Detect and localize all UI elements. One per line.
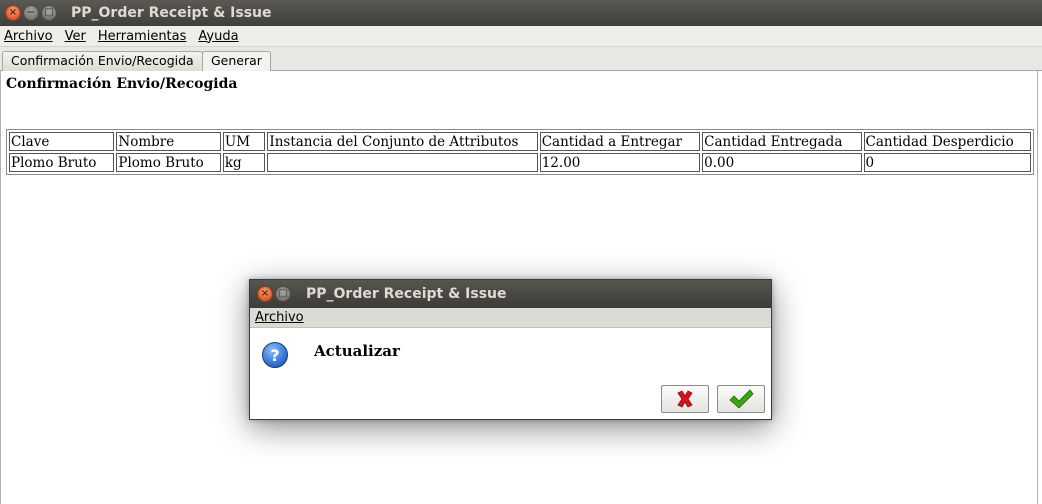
dialog-maximize-icon[interactable]: □ <box>275 286 291 302</box>
menu-ver[interactable]: Ver <box>65 29 86 44</box>
cell-clave[interactable]: Plomo Bruto <box>9 153 115 172</box>
cell-cantidad-desperdicio[interactable]: 0 <box>863 153 1031 172</box>
menu-archivo[interactable]: Archivo <box>4 29 53 44</box>
header-cantidad-entregada[interactable]: Cantidad Entregada <box>702 132 862 151</box>
tab-strip: Confirmación Envio/Recogida Generar <box>0 47 1042 71</box>
close-window-icon[interactable]: × <box>5 5 21 21</box>
cell-cantidad-entregada[interactable]: 0.00 <box>702 153 862 172</box>
maximize-window-icon[interactable]: □ <box>41 5 57 21</box>
dialog-menu-bar: Archivo <box>250 308 771 328</box>
ok-button[interactable] <box>717 385 765 413</box>
menu-bar: Archivo Ver Herramientas Ayuda <box>0 26 1042 47</box>
minimize-window-icon[interactable]: − <box>23 5 39 21</box>
menu-ver-label: Ver <box>64 28 86 44</box>
cell-cantidad-entregar[interactable]: 12.00 <box>539 153 701 172</box>
dialog-menu-archivo[interactable]: Archivo <box>255 310 304 325</box>
menu-ayuda-label: Ayuda <box>198 28 239 44</box>
tab-confirmacion[interactable]: Confirmación Envio/Recogida <box>2 51 203 71</box>
main-titlebar[interactable]: × − □ PP_Order Receipt & Issue <box>0 0 1042 26</box>
section-title: Confirmación Envio/Recogida <box>6 76 238 92</box>
menu-herramientas-label: Herramientas <box>97 28 187 44</box>
dialog-titlebar[interactable]: × □ PP_Order Receipt & Issue <box>250 280 771 308</box>
window-controls: × − □ <box>5 5 57 21</box>
menu-herramientas[interactable]: Herramientas <box>98 29 187 44</box>
cell-instancia[interactable] <box>267 153 538 172</box>
tab-generar[interactable]: Generar <box>202 51 271 71</box>
lines-table: Clave Nombre UM Instancia del Conjunto d… <box>6 129 1034 175</box>
header-um[interactable]: UM <box>222 132 266 151</box>
dialog-title: PP_Order Receipt & Issue <box>306 286 507 302</box>
menu-archivo-label: Archivo <box>4 28 53 44</box>
table-header-row: Clave Nombre UM Instancia del Conjunto d… <box>9 132 1031 151</box>
green-check-icon <box>729 389 754 409</box>
table-row[interactable]: Plomo Bruto Plomo Bruto kg 12.00 0.00 0 <box>9 153 1031 172</box>
window-title: PP_Order Receipt & Issue <box>71 5 272 21</box>
dialog-window-controls: × □ <box>257 286 291 302</box>
header-cantidad-desperdicio[interactable]: Cantidad Desperdicio <box>863 132 1031 151</box>
dialog-close-icon[interactable]: × <box>257 286 273 302</box>
header-nombre[interactable]: Nombre <box>116 132 221 151</box>
header-instancia[interactable]: Instancia del Conjunto de Attributos <box>267 132 538 151</box>
dialog-body: ? Actualizar <box>250 328 771 419</box>
cancel-button[interactable] <box>661 385 709 413</box>
cell-um[interactable]: kg <box>222 153 266 172</box>
cell-nombre[interactable]: Plomo Bruto <box>116 153 221 172</box>
question-icon: ? <box>262 342 288 368</box>
menu-ayuda[interactable]: Ayuda <box>198 29 238 44</box>
header-clave[interactable]: Clave <box>9 132 115 151</box>
red-x-icon <box>677 390 693 408</box>
confirm-dialog: × □ PP_Order Receipt & Issue Archivo ? A… <box>249 279 772 420</box>
dialog-message: Actualizar <box>314 342 400 360</box>
header-cantidad-entregar[interactable]: Cantidad a Entregar <box>539 132 701 151</box>
